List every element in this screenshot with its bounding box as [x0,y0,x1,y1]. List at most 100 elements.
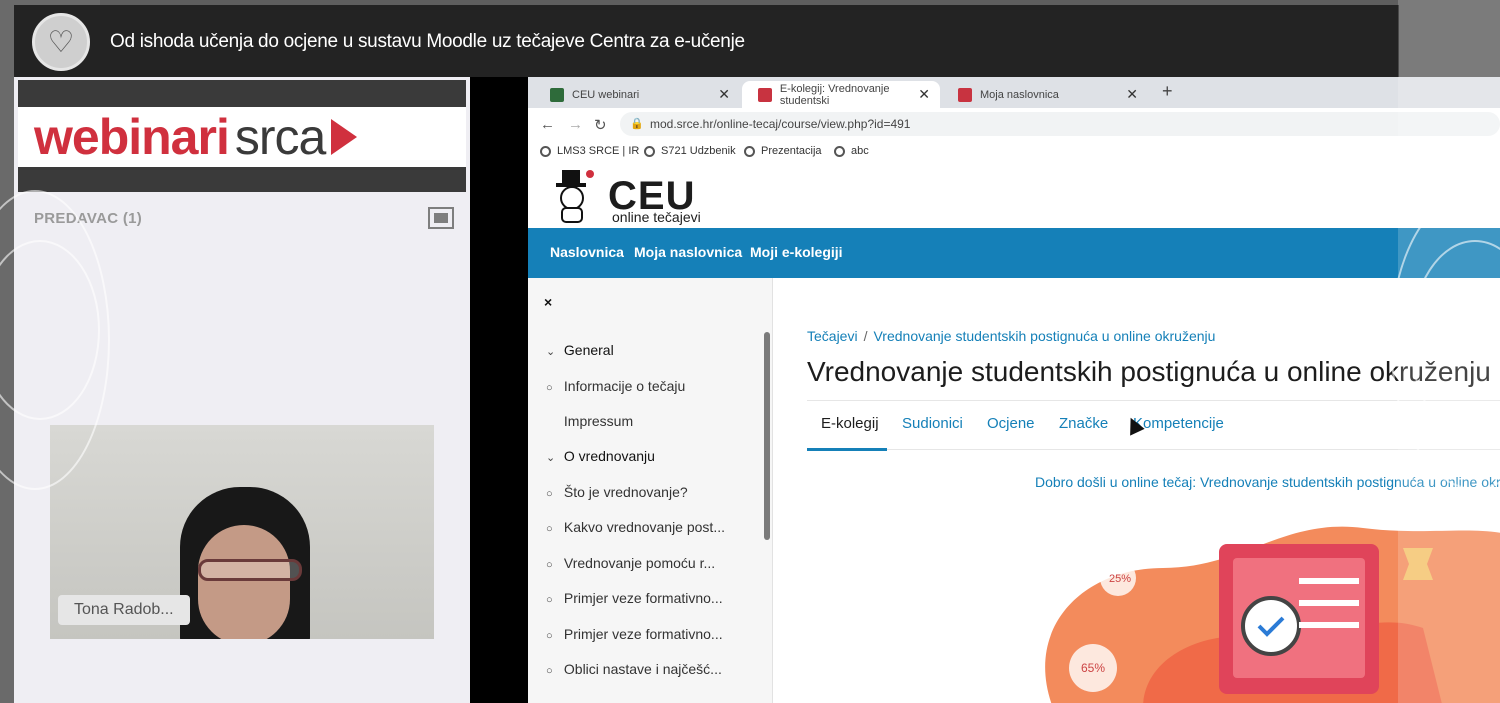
circle-icon: ○ [546,559,553,571]
breadcrumb-course[interactable]: Vrednovanje studentskih postignuća u onl… [873,328,1215,344]
drawer-item[interactable]: ○ Oblici nastave i najčešć... [546,661,722,677]
bookmark-label: LMS3 SRCE | IR [557,145,640,157]
globe-icon [644,145,655,157]
bookmark-icon [540,145,551,157]
bookmark-item[interactable]: S721 Udzbenik [644,145,736,157]
course-index-drawer: × ⌄ General ○ Informacije o tečaju Impre… [528,278,773,703]
drawer-section-general[interactable]: ⌄ General [546,342,614,358]
bookmark-icon [834,145,845,157]
nav-moja-naslovnica[interactable]: Moja naslovnica [634,244,742,260]
back-icon[interactable]: ← [540,116,555,133]
tab-znacke[interactable]: Značke [1059,415,1108,432]
globe-icon [744,145,755,157]
circle-icon: ○ [546,523,553,535]
course-tabs: E-kolegij Sudionici Ocjene Značke Kompet… [807,400,1500,451]
circle-icon: ○ [546,630,553,642]
tab-kompetencije[interactable]: Kompetencije [1133,415,1224,432]
chevron-down-icon: ⌄ [546,346,556,358]
chevron-down-icon: ⌄ [546,452,556,464]
breadcrumb: Tečajevi / Vrednovanje studentskih postign… [807,328,1216,344]
presenter-face [198,525,290,639]
play-arrow-icon [331,119,358,155]
tab-ocjene[interactable]: Ocjene [987,415,1035,432]
close-tab-icon[interactable]: ✕ [918,86,930,103]
drawer-section-o-vrednovanju[interactable]: ⌄ O vrednovanju [546,448,655,464]
browser-tab-2[interactable]: E-kolegij: Vrednovanje studentski ✕ [742,81,940,108]
meeting-title: Od ishoda učenja do ocjene u sustavu Moo… [110,31,745,52]
ceu-mascot-icon [556,170,594,223]
address-bar-row: ← → ↻ 🔒 mod.srce.hr/online-tecaj/course/… [528,108,1500,140]
url-input[interactable]: 🔒 mod.srce.hr/online-tecaj/course/view.p… [620,112,1500,136]
drawer-item-label: Što je vrednovanje? [563,484,688,500]
bookmark-label: abc [851,145,869,157]
browser-tab-1[interactable]: CEU webinari ✕ [534,81,740,108]
bookmark-item[interactable]: Prezentacija [744,145,822,157]
tab-label: Moja naslovnica [980,88,1059,101]
ceu-logo-subtitle: online tečajevi [612,209,701,225]
presenter-name-tag: Tona Radob... [58,595,190,625]
drawer-item-label: Informacije o tečaju [563,378,686,394]
tab-sudionici[interactable]: Sudionici [902,415,963,432]
app-window: ♡ Od ishoda učenja do ocjene u sustavu M… [0,0,1500,703]
drawer-item[interactable]: Impressum [546,413,633,429]
ceu-favicon-icon [550,87,564,102]
lock-icon: 🔒 [630,118,644,130]
drawer-item-label: Primjer veze formativno... [563,590,723,606]
webinari-srca-banner: webinari srca [18,80,466,192]
circle-icon: ○ [546,488,553,500]
close-drawer-icon[interactable]: × [544,294,552,310]
new-tab-icon[interactable]: + [1162,81,1173,102]
drawer-scrollbar[interactable] [764,332,770,540]
close-tab-icon[interactable]: ✕ [1126,86,1138,103]
browser-tab-strip: CEU webinari ✕ E-kolegij: Vrednovanje st… [528,77,1500,108]
srce-logo-icon: ♡ [32,13,90,71]
forward-icon[interactable]: → [568,116,583,133]
site-header: CEU online tečajevi [528,164,1500,228]
breadcrumb-tecajevi[interactable]: Tečajevi [807,328,858,344]
site-navbar: Naslovnica Moja naslovnica Moji e-kolegi… [528,228,1500,278]
browser-window: CEU webinari ✕ E-kolegij: Vrednovanje st… [528,77,1500,703]
tab-e-kolegij[interactable]: E-kolegij [821,415,879,432]
circle-icon: ○ [546,382,553,394]
moodle-favicon-icon [758,87,772,102]
bookmark-label: Prezentacija [761,145,822,157]
drawer-item-label: General [563,342,614,358]
nav-naslovnica[interactable]: Naslovnica [550,244,624,260]
shared-screen: CEU webinari ✕ E-kolegij: Vrednovanje st… [470,77,1500,703]
drawer-item-label: O vrednovanju [563,448,655,464]
fullscreen-icon[interactable] [428,207,454,229]
badge-65: 65% [1081,661,1105,675]
badge-25: 25% [1109,573,1131,585]
circle-icon: ○ [546,594,553,606]
drawer-item[interactable]: ○ Primjer veze formativno... [546,626,723,642]
bookmark-label: S721 Udzbenik [661,145,736,157]
drawer-item-label: Kakvo vrednovanje post... [563,519,725,535]
moodle-favicon-icon [958,87,972,102]
reload-icon[interactable]: ↻ [594,116,607,134]
close-tab-icon[interactable]: ✕ [718,86,730,103]
title-bar: ♡ Od ishoda učenja do ocjene u sustavu M… [14,5,1399,77]
drawer-item-label: Impressum [563,413,634,429]
bookmark-item[interactable]: LMS3 SRCE | IR [540,145,639,157]
page-title: Vrednovanje studentskih postignuća u onl… [807,356,1491,387]
tab-label: E-kolegij: Vrednovanje studentski [779,82,890,107]
drawer-item[interactable]: ○ Vrednovanje pomoću r... [546,555,715,571]
drawer-item-label: Primjer veze formativno... [563,626,723,642]
circle-icon: ○ [546,665,553,677]
bookmark-item[interactable]: abc [834,145,869,157]
drawer-item[interactable]: ○ Informacije o tečaju [546,378,685,394]
drawer-item-label: Oblici nastave i najčešć... [563,661,722,677]
drawer-item[interactable]: ○ Kakvo vrednovanje post... [546,519,725,535]
drawer-item[interactable]: ○ Što je vrednovanje? [546,484,688,500]
active-tab-underline [807,448,887,451]
presenter-video: Tona Radob... [50,425,434,639]
url-text: mod.srce.hr/online-tecaj/course/view.php… [650,117,911,131]
brand-part2: srca [234,109,326,165]
bookmarks-bar: LMS3 SRCE | IR S721 Udzbenik Prezentacij… [528,140,1500,164]
nav-moji-e-kolegiji[interactable]: Moji e-kolegiji [750,244,843,260]
drawer-item-label: Vrednovanje pomoću r... [563,555,716,571]
browser-tab-3[interactable]: Moja naslovnica ✕ [942,81,1148,108]
presenter-glasses [198,559,302,581]
drawer-item[interactable]: ○ Primjer veze formativno... [546,590,723,606]
brand-part1: webinari [34,109,230,165]
